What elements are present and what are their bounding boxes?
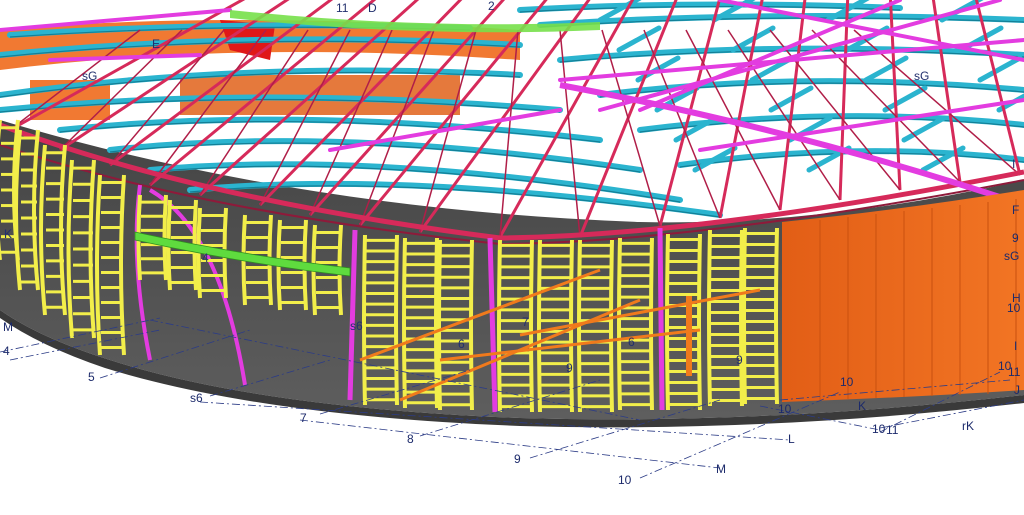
grid-label: 5 bbox=[88, 370, 95, 384]
member-mark: D bbox=[368, 1, 377, 15]
facade-stile bbox=[707, 229, 712, 407]
grid-label: sG bbox=[1004, 249, 1019, 263]
rafter bbox=[838, 0, 850, 201]
grid-label: 8 bbox=[407, 432, 414, 446]
grid-label: 4 bbox=[3, 344, 10, 358]
grid-label: 7 bbox=[300, 411, 307, 425]
member-mark: I bbox=[1012, 157, 1015, 171]
member-mark: s6 bbox=[350, 319, 363, 333]
facade-stile bbox=[649, 237, 654, 411]
grid-label: 11 bbox=[886, 423, 899, 437]
member-mark: sG bbox=[914, 69, 929, 83]
stadium-3d-model[interactable]: M 4 5 s6 7 8 9 10 L M 10 10 K 10 11 rK J… bbox=[0, 0, 1024, 515]
purlin bbox=[977, 55, 1023, 83]
member-mark: 4 bbox=[202, 251, 209, 265]
grid-label: M bbox=[3, 320, 13, 334]
grid-label: 10 bbox=[778, 402, 792, 416]
member-mark: 6 bbox=[458, 337, 465, 351]
grid-label: 10 bbox=[872, 422, 886, 436]
grid-label: 10 bbox=[1007, 301, 1021, 315]
grid-label: 10 bbox=[618, 473, 632, 487]
pink-column bbox=[657, 227, 665, 411]
grid-label: 9 bbox=[514, 452, 521, 466]
purlin bbox=[863, 55, 909, 83]
grid-label: I bbox=[1014, 339, 1017, 353]
facade-stile bbox=[739, 229, 744, 407]
facade-stile bbox=[394, 234, 399, 406]
grid-label: F bbox=[1012, 203, 1019, 217]
rafter-brace bbox=[359, 29, 435, 226]
member-mark: sG bbox=[82, 69, 97, 83]
facade-stile bbox=[529, 239, 534, 413]
purlin bbox=[901, 115, 947, 143]
purlin bbox=[616, 25, 662, 53]
grid-label: M bbox=[716, 462, 726, 476]
grid-label: J bbox=[1014, 383, 1020, 397]
facade-stile bbox=[617, 237, 622, 411]
facade-post bbox=[686, 296, 692, 376]
facade-stile bbox=[774, 227, 779, 405]
grid-label: rK bbox=[962, 419, 974, 433]
member-mark: K bbox=[4, 227, 12, 241]
member-mark: 11 bbox=[336, 1, 349, 15]
model-viewport[interactable]: M 4 5 s6 7 8 9 10 L M 10 10 K 10 11 rK J… bbox=[0, 0, 1024, 515]
member-mark: 6 bbox=[628, 335, 635, 349]
purlin bbox=[882, 85, 928, 113]
facade-stile bbox=[537, 239, 542, 413]
facade-stile bbox=[497, 239, 502, 413]
member-mark: 2 bbox=[488, 0, 495, 13]
facade-stile bbox=[697, 233, 702, 411]
facade-stile bbox=[362, 234, 367, 406]
member-mark: E bbox=[152, 37, 160, 51]
member-mark: 9 bbox=[566, 361, 573, 375]
member-mark: 9 bbox=[736, 353, 743, 367]
grid-label: 10 bbox=[998, 359, 1012, 373]
grid-label: L bbox=[788, 432, 795, 446]
facade-stile bbox=[742, 227, 747, 405]
member-mark: 7 bbox=[522, 315, 529, 329]
facade-stile bbox=[609, 239, 614, 413]
facade-stile bbox=[434, 237, 439, 409]
grid-label: 10 bbox=[840, 375, 854, 389]
grid-label: K bbox=[858, 399, 866, 413]
facade-stile bbox=[469, 239, 474, 411]
grid-label: 9 bbox=[1012, 231, 1019, 245]
grid-label: s6 bbox=[190, 391, 203, 405]
facade-stile bbox=[665, 233, 670, 411]
facade-stile bbox=[162, 194, 168, 281]
facade-stile bbox=[402, 237, 407, 409]
